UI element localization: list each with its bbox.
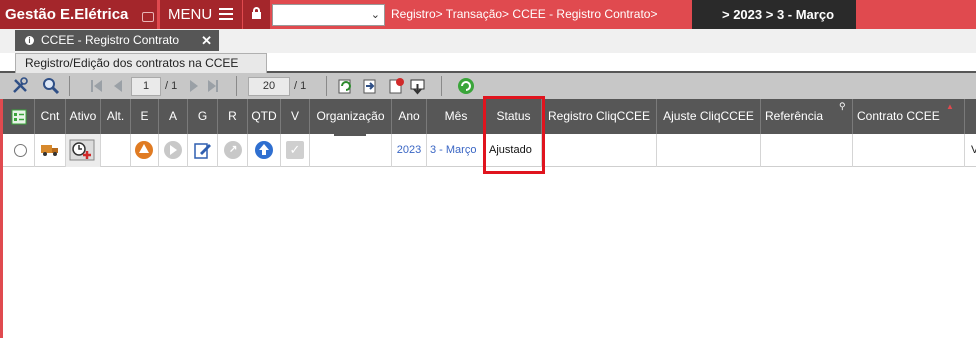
top-bar: Gestão E.Elétrica MENU ⌄ Registro> Trans…	[0, 0, 976, 29]
column-select-all[interactable]	[3, 99, 35, 134]
overflow-cell: V	[971, 144, 976, 156]
toolbar-separator	[236, 76, 237, 96]
qtd-cell	[248, 134, 281, 167]
row-select-cell	[3, 134, 35, 167]
organizacao-indicator	[334, 134, 366, 136]
upload-icon[interactable]	[255, 141, 273, 159]
subtab-registro-edicao[interactable]: Registro/Edição dos contratos na CCEE	[15, 53, 267, 73]
lock-button[interactable]	[243, 0, 270, 29]
column-header-overflow	[965, 99, 976, 134]
info-icon: i	[25, 36, 34, 45]
registro-cliqccee-cell	[542, 134, 657, 167]
column-header-organizacao[interactable]: Organização	[310, 99, 392, 134]
company-select[interactable]: ⌄	[272, 4, 385, 26]
column-header-g[interactable]: G	[188, 99, 218, 134]
chevron-down-icon: ⌄	[370, 9, 380, 21]
hamburger-icon	[219, 8, 233, 20]
remove-document-icon[interactable]	[388, 77, 406, 95]
column-header-e[interactable]: E	[131, 99, 159, 134]
check-icon[interactable]: ✓	[286, 141, 304, 159]
tab-label: CCEE - Registro Contrato	[41, 33, 180, 47]
window-toggle-icon[interactable]	[142, 12, 154, 22]
column-header-ajuste-cliqccee[interactable]: Ajuste CliqCCEE	[657, 99, 761, 134]
tools-icon[interactable]	[11, 77, 29, 95]
column-header-referencia[interactable]: Referência ⚲	[761, 99, 853, 134]
truck-icon[interactable]	[40, 143, 60, 157]
menu-label: MENU	[168, 6, 213, 23]
column-header-r[interactable]: R	[218, 99, 248, 134]
first-page-icon[interactable]	[94, 80, 102, 92]
status-highlight-box	[483, 96, 545, 174]
a-cell	[159, 134, 188, 167]
search-icon[interactable]	[42, 77, 60, 95]
page-count-label: / 1	[165, 80, 178, 92]
refresh-export-icon[interactable]	[336, 77, 354, 95]
mes-cell: 3 - Março	[427, 134, 486, 167]
menu-button[interactable]: MENU	[160, 0, 242, 29]
column-header-referencia-label: Referência	[765, 109, 824, 123]
period-indicator: > 2023 > 3 - Março	[692, 0, 856, 29]
page-number-input[interactable]: 1	[131, 77, 161, 96]
referencia-cell	[761, 134, 853, 167]
filter-search-icon[interactable]: ⚲	[839, 102, 846, 111]
breadcrumb[interactable]: Registro> Transação> CCEE - Registro Con…	[391, 0, 657, 29]
column-header-alt[interactable]: Alt.	[101, 99, 131, 134]
arrow-right-icon[interactable]	[164, 141, 182, 159]
ano-cell: 2023	[392, 134, 427, 167]
column-header-ano[interactable]: Ano	[392, 99, 427, 134]
column-header-ativo[interactable]: Ativo	[66, 99, 101, 134]
left-accent-edge	[0, 99, 3, 338]
edit-document-icon[interactable]	[194, 141, 212, 159]
column-header-v[interactable]: V	[281, 99, 310, 134]
column-header-registro-cliqccee[interactable]: Registro CliqCCEE	[542, 99, 657, 134]
tab-ccee-registro-contrato[interactable]: i CCEE - Registro Contrato ✕	[15, 30, 219, 51]
ajuste-cliqccee-cell	[657, 134, 761, 167]
edit-action-icon[interactable]	[135, 141, 153, 159]
first-page-bar-icon	[91, 80, 93, 92]
lock-icon-body	[252, 12, 261, 19]
ativo-cell	[66, 134, 101, 167]
column-header-a[interactable]: A	[159, 99, 188, 134]
arrow-up-right-icon[interactable]: ↗	[224, 141, 242, 159]
page-size-input[interactable]: 20	[248, 77, 290, 96]
reload-icon[interactable]	[457, 77, 475, 95]
sort-asc-icon[interactable]: ▲	[946, 103, 954, 111]
row-select-radio[interactable]	[14, 144, 27, 157]
r-cell: ↗	[218, 134, 248, 167]
alt-cell	[101, 134, 131, 167]
e-cell	[131, 134, 159, 167]
app-title-text: Gestão E.Elétrica	[5, 6, 129, 23]
column-header-mes[interactable]: Mês	[427, 99, 486, 134]
v-cell: ✓	[281, 134, 310, 167]
cnt-cell	[35, 134, 66, 167]
last-page-icon[interactable]	[208, 80, 216, 92]
toolbar-separator	[69, 76, 70, 96]
page-size-total-label: / 1	[294, 80, 307, 92]
contrato-ccee-cell	[853, 134, 965, 167]
next-page-icon[interactable]	[190, 80, 198, 92]
import-icon[interactable]	[361, 77, 379, 95]
list-check-icon	[11, 109, 27, 125]
toolbar-separator	[441, 76, 442, 96]
clock-add-icon[interactable]	[69, 139, 95, 161]
toolbar-separator	[326, 76, 327, 96]
g-cell	[188, 134, 218, 167]
download-icon[interactable]	[409, 77, 427, 95]
organizacao-cell	[310, 134, 392, 167]
last-page-bar-icon	[216, 80, 218, 92]
column-header-contrato-ccee[interactable]: Contrato CCEE ▲	[853, 99, 965, 134]
app-title[interactable]: Gestão E.Elétrica	[0, 0, 157, 29]
close-icon[interactable]: ✕	[201, 30, 212, 51]
column-header-contrato-ccee-label: Contrato CCEE	[857, 109, 940, 123]
prev-page-icon[interactable]	[114, 80, 122, 92]
column-header-cnt[interactable]: Cnt	[35, 99, 66, 134]
column-header-qtd[interactable]: QTD	[248, 99, 281, 134]
